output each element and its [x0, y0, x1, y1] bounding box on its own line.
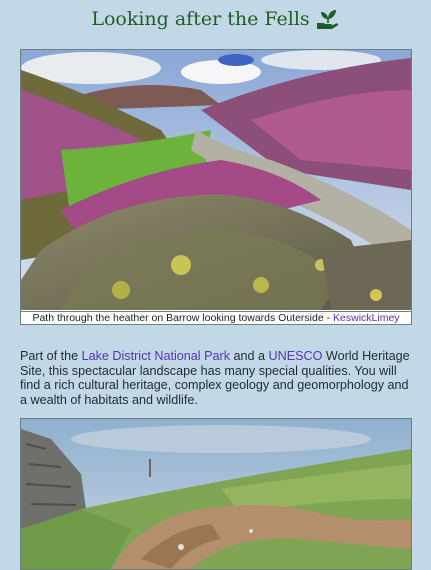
eroded-path-photo-figure: [20, 418, 412, 570]
photo-credit-link[interactable]: KeswickLimey: [333, 312, 400, 324]
page: Looking after the Fells Path through the…: [0, 0, 431, 570]
photo-caption: Path through the heather on Barrow looki…: [21, 311, 411, 324]
intro-text-2: and a: [230, 349, 269, 363]
intro-text-1: Part of the: [20, 349, 82, 363]
caption-text: Path through the heather on Barrow looki…: [32, 312, 334, 324]
eroded-path-photo: [21, 419, 411, 569]
lake-district-national-park-link[interactable]: Lake District National Park: [82, 349, 230, 363]
intro-paragraph: Part of the Lake District National Park …: [20, 349, 412, 407]
page-title: Looking after the Fells: [0, 8, 431, 30]
heather-path-photo: [21, 50, 411, 310]
heather-path-photo-figure: Path through the heather on Barrow looki…: [20, 49, 412, 325]
unesco-link[interactable]: UNESCO: [269, 349, 323, 363]
hand-seedling-icon: [316, 8, 340, 30]
page-title-text: Looking after the Fells: [91, 8, 310, 30]
